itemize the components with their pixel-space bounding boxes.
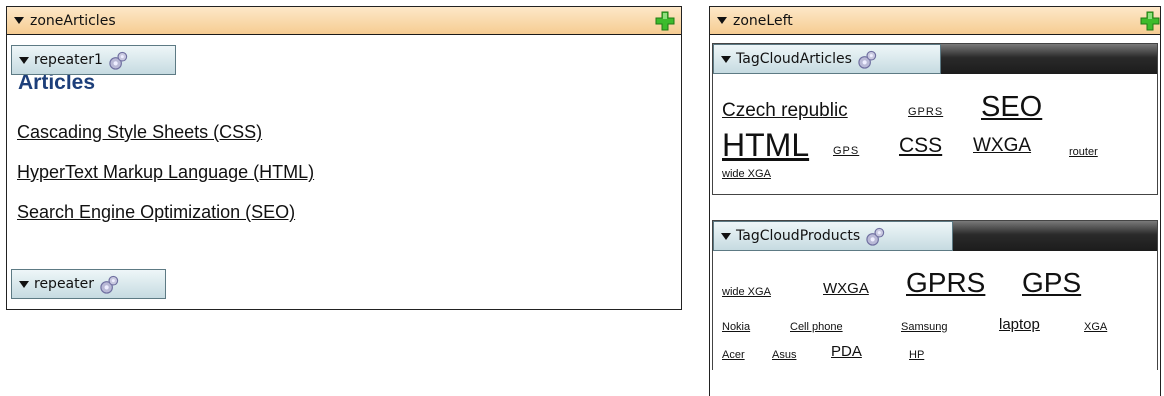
tag-link[interactable]: GPS [1022, 267, 1081, 299]
article-link-seo[interactable]: Search Engine Optimization (SEO) [17, 202, 295, 223]
tag-link[interactable]: Acer [722, 349, 745, 361]
collapse-triangle-icon[interactable] [19, 56, 29, 64]
gear-icon[interactable] [865, 226, 886, 247]
tag-link[interactable]: WXGA [973, 135, 1031, 157]
tag-link[interactable]: laptop [999, 316, 1040, 333]
tagcloud-products-label: TagCloudProducts [736, 228, 861, 244]
zone-articles-title: zoneArticles [30, 12, 116, 29]
tag-link[interactable]: Nokia [722, 321, 750, 333]
zone-articles-header[interactable]: zoneArticles [7, 7, 681, 35]
tag-link[interactable]: XGA [1084, 321, 1107, 333]
collapse-triangle-icon[interactable] [721, 232, 731, 240]
repeater-label: repeater [34, 276, 94, 292]
collapse-triangle-icon[interactable] [721, 55, 731, 63]
tag-link[interactable]: HTML [722, 127, 809, 164]
zone-left-title: zoneLeft [733, 12, 793, 29]
tag-link[interactable]: GPRS [906, 267, 985, 299]
collapse-triangle-icon[interactable] [14, 17, 24, 24]
tagcloud-articles-panel: TagCloudArticles Czech republic GPRS SEO… [712, 43, 1158, 195]
gear-icon[interactable] [99, 274, 120, 295]
zone-left-header[interactable]: zoneLeft [710, 7, 1160, 35]
add-plus-icon[interactable] [1140, 11, 1160, 31]
tagcloud-products-widget-bar[interactable]: TagCloudProducts [713, 221, 953, 251]
zone-articles: zoneArticles Articles repeater1 Cascadin… [6, 6, 682, 310]
gear-icon[interactable] [108, 50, 129, 71]
gear-icon[interactable] [857, 49, 878, 70]
zone-left: zoneLeft TagCloudArticles Czech republic… [709, 6, 1161, 396]
tag-link[interactable]: wide XGA [722, 168, 771, 180]
tagcloud-articles-widget-bar[interactable]: TagCloudArticles [713, 44, 941, 74]
tag-link[interactable]: WXGA [823, 280, 869, 297]
tagcloud-products-panel: TagCloudProducts wide XGA WXGA GPRS GPS … [712, 220, 1158, 370]
repeater1-label: repeater1 [34, 52, 103, 68]
tag-link[interactable]: Samsung [901, 321, 947, 333]
add-plus-icon[interactable] [655, 11, 675, 31]
tag-link[interactable]: Asus [772, 349, 796, 361]
tag-link[interactable]: GPS [833, 145, 859, 157]
collapse-triangle-icon[interactable] [19, 280, 29, 288]
tag-link[interactable]: CSS [899, 134, 942, 158]
tag-link[interactable]: router [1069, 146, 1098, 158]
tag-link[interactable]: Cell phone [790, 321, 843, 333]
tag-link[interactable]: GPRS [908, 106, 943, 118]
tag-link[interactable]: SEO [981, 91, 1042, 124]
tag-link[interactable]: wide XGA [722, 286, 771, 298]
tagcloud-articles-label: TagCloudArticles [736, 51, 852, 67]
collapse-triangle-icon[interactable] [717, 17, 727, 24]
article-link-css[interactable]: Cascading Style Sheets (CSS) [17, 122, 262, 143]
tag-link[interactable]: PDA [831, 343, 862, 360]
repeater1-widget-bar[interactable]: repeater1 [11, 45, 176, 75]
tag-link[interactable]: HP [909, 349, 924, 361]
article-link-html[interactable]: HyperText Markup Language (HTML) [17, 162, 314, 183]
repeater-widget-bar[interactable]: repeater [11, 269, 166, 299]
tag-link[interactable]: Czech republic [722, 100, 848, 122]
